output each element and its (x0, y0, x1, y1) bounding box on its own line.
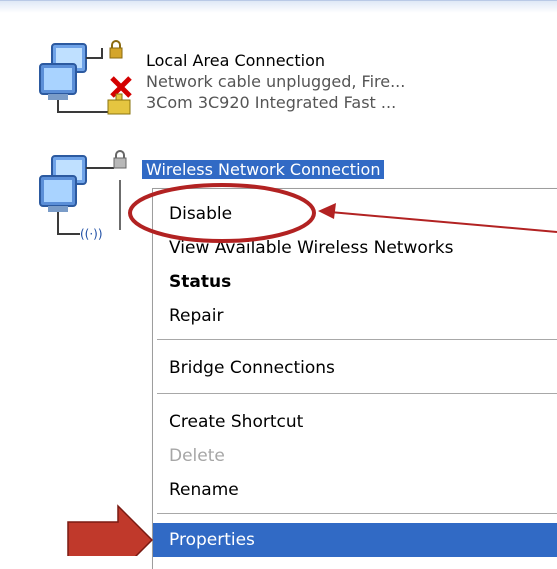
highlight-ellipse (128, 183, 316, 243)
annotation-layer (67, 183, 557, 556)
pointer-arrow (318, 203, 557, 233)
block-arrow-icon (67, 504, 154, 556)
